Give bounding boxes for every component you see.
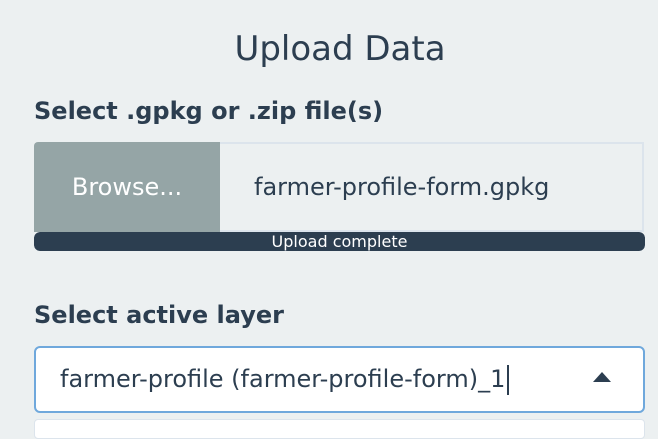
upload-panel: Upload Data Select .gpkg or .zip file(s)…	[0, 0, 658, 439]
file-input-label: Select .gpkg or .zip file(s)	[34, 97, 384, 125]
file-name-field[interactable]: farmer-profile-form.gpkg	[220, 142, 644, 232]
file-input-group: Browse... farmer-profile-form.gpkg	[34, 142, 644, 232]
layer-select[interactable]: farmer-profile (farmer-profile-form)_1	[34, 346, 645, 413]
layer-dropdown-menu	[34, 419, 645, 439]
layer-select-label: Select active layer	[34, 301, 284, 329]
layer-select-value[interactable]: farmer-profile (farmer-profile-form)_1	[36, 364, 510, 395]
panel-title: Upload Data	[234, 29, 446, 69]
upload-progress-bar: Upload complete	[34, 232, 645, 251]
triangle-up-icon[interactable]	[593, 372, 611, 382]
upload-progress: Upload complete	[34, 232, 645, 251]
browse-button[interactable]: Browse...	[34, 142, 220, 232]
upload-progress-text: Upload complete	[271, 232, 408, 251]
text-cursor	[507, 364, 510, 395]
